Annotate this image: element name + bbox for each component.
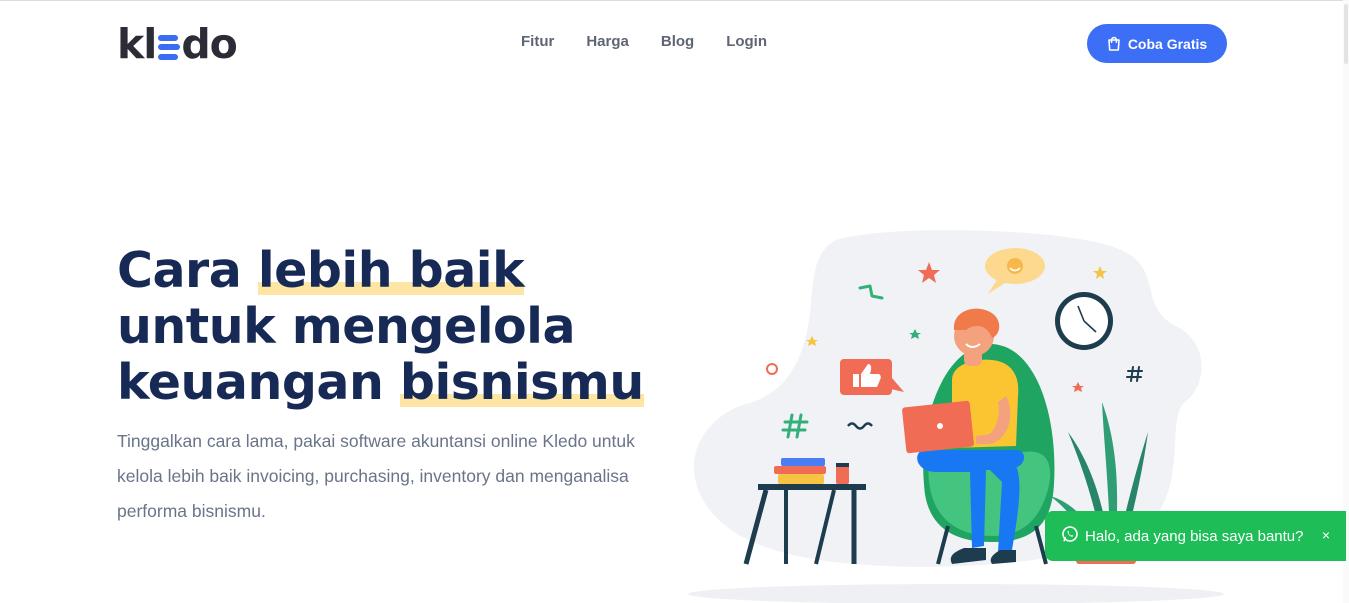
- main-nav: Fitur Harga Blog Login: [521, 33, 767, 50]
- whatsapp-icon: [1061, 525, 1079, 547]
- hero-title-line-3: keuangan bisnismu: [117, 354, 677, 411]
- logo-prefix: kl: [117, 19, 157, 68]
- hero-title-highlight-1: lebih baik: [257, 242, 525, 299]
- nav-link-blog[interactable]: Blog: [661, 33, 694, 50]
- coba-gratis-button[interactable]: Coba Gratis: [1087, 24, 1227, 63]
- spiral-decoration: [766, 363, 778, 375]
- nav-link-login[interactable]: Login: [726, 33, 767, 50]
- kledo-logo[interactable]: kl do: [117, 19, 238, 68]
- scrollbar-thumb[interactable]: [1344, 4, 1348, 64]
- hero-title-line-2: untuk mengelola: [117, 298, 576, 355]
- floor-shadow: [688, 584, 1224, 603]
- whatsapp-chat-label: Halo, ada yang bisa saya bantu?: [1085, 527, 1304, 545]
- nav-link-fitur[interactable]: Fitur: [521, 33, 554, 50]
- logo-e-bars-icon: [158, 34, 181, 60]
- mug: [836, 463, 849, 484]
- shopping-bag-icon: [1107, 36, 1121, 51]
- book-stack: [774, 458, 826, 484]
- hero-title-highlight-3: bisnismu: [399, 354, 644, 411]
- hero-title-line-1: Cara lebih baik: [117, 242, 677, 299]
- logo-suffix: do: [181, 19, 238, 68]
- hero-title-plain-3: keuangan: [117, 354, 400, 411]
- hero-description: Tinggalkan cara lama, pakai software aku…: [117, 431, 635, 521]
- hero-title: Cara lebih baik untuk mengelola keuangan…: [117, 242, 677, 411]
- hero-title-plain-1: Cara: [117, 242, 258, 299]
- whatsapp-chat-widget[interactable]: Halo, ada yang bisa saya bantu? ×: [1045, 511, 1346, 561]
- nav-link-harga[interactable]: Harga: [586, 33, 629, 50]
- site-header: kl do Fitur Harga Blog Login Coba Gratis: [0, 1, 1343, 85]
- whatsapp-close-button[interactable]: ×: [1322, 527, 1330, 543]
- wall-clock-icon: [1055, 292, 1113, 350]
- coba-gratis-label: Coba Gratis: [1127, 35, 1208, 52]
